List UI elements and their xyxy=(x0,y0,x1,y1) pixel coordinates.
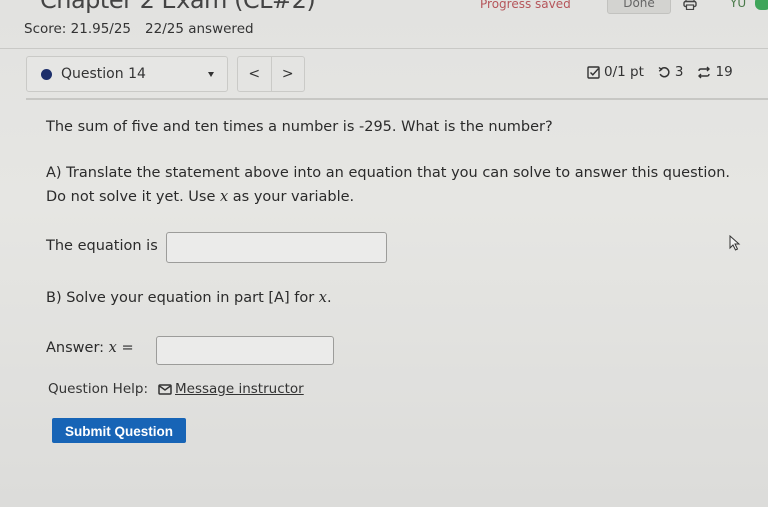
part-b-text-end: . xyxy=(326,290,332,306)
equation-input[interactable] xyxy=(166,232,387,263)
user-initials[interactable]: YU xyxy=(730,0,746,10)
checkbox-icon xyxy=(587,65,600,79)
question-select[interactable]: Question 14 xyxy=(26,56,228,92)
part-a-instruction: A) Translate the statement above into an… xyxy=(46,165,731,181)
retries-value: 3 xyxy=(674,64,684,80)
chapter-title: Chapter 2 Exam (CL#2) xyxy=(40,0,316,14)
submit-question-button[interactable]: Submit Question xyxy=(52,418,186,443)
answer-label-text: Answer: xyxy=(46,340,109,356)
part-a-instruction-line2: Do not solve it yet. Use x as your varia… xyxy=(46,189,354,205)
part-a-line2-text-end: as your variable. xyxy=(228,189,355,205)
print-icon[interactable] xyxy=(683,0,697,10)
question-divider xyxy=(26,98,768,100)
progress-status: Progress saved xyxy=(480,0,571,11)
question-help-label: Question Help: xyxy=(48,381,148,397)
caret-down-icon xyxy=(208,72,214,77)
question-status-dot xyxy=(41,69,52,80)
message-instructor-link[interactable]: Message instructor xyxy=(158,381,304,397)
variable-x: x xyxy=(220,189,229,205)
variable-x: x xyxy=(318,290,327,306)
retry-icon xyxy=(658,66,670,77)
question-select-label: Question 14 xyxy=(61,66,146,82)
attempts-icon xyxy=(698,66,711,78)
answer-input[interactable] xyxy=(156,336,334,365)
answer-label: Answer: x = xyxy=(46,340,134,356)
part-b-instruction: B) Solve your equation in part [A] for x… xyxy=(46,290,332,306)
question-help: Question Help: Message instructor xyxy=(48,381,304,397)
score-text: Score: 21.95/25 xyxy=(24,21,132,37)
answer-equals: = xyxy=(116,340,134,356)
part-a-line2-text: Do not solve it yet. Use xyxy=(46,189,220,205)
equation-label: The equation is xyxy=(46,238,158,254)
points-value: 0/1 pt xyxy=(604,64,644,80)
previous-question-button[interactable]: < xyxy=(238,57,271,91)
part-b-text: B) Solve your equation in part [A] for xyxy=(46,290,319,306)
next-question-button[interactable]: > xyxy=(270,57,305,91)
question-prompt: The sum of five and ten times a number i… xyxy=(46,119,553,135)
status-badge xyxy=(755,0,768,10)
mail-icon xyxy=(158,383,172,395)
score-row: Score: 21.95/25 22/25 answered xyxy=(24,21,254,37)
done-button[interactable]: Done xyxy=(607,0,671,14)
answered-count: 22/25 answered xyxy=(145,21,254,37)
variable-x: x xyxy=(108,340,117,356)
mouse-cursor-icon xyxy=(729,235,741,251)
message-instructor-label: Message instructor xyxy=(175,381,304,397)
attempts-value: 19 xyxy=(715,64,733,80)
question-stats: 0/1 pt 3 19 xyxy=(587,64,733,80)
question-nav-buttons: < > xyxy=(237,56,305,92)
header-divider xyxy=(0,48,768,49)
